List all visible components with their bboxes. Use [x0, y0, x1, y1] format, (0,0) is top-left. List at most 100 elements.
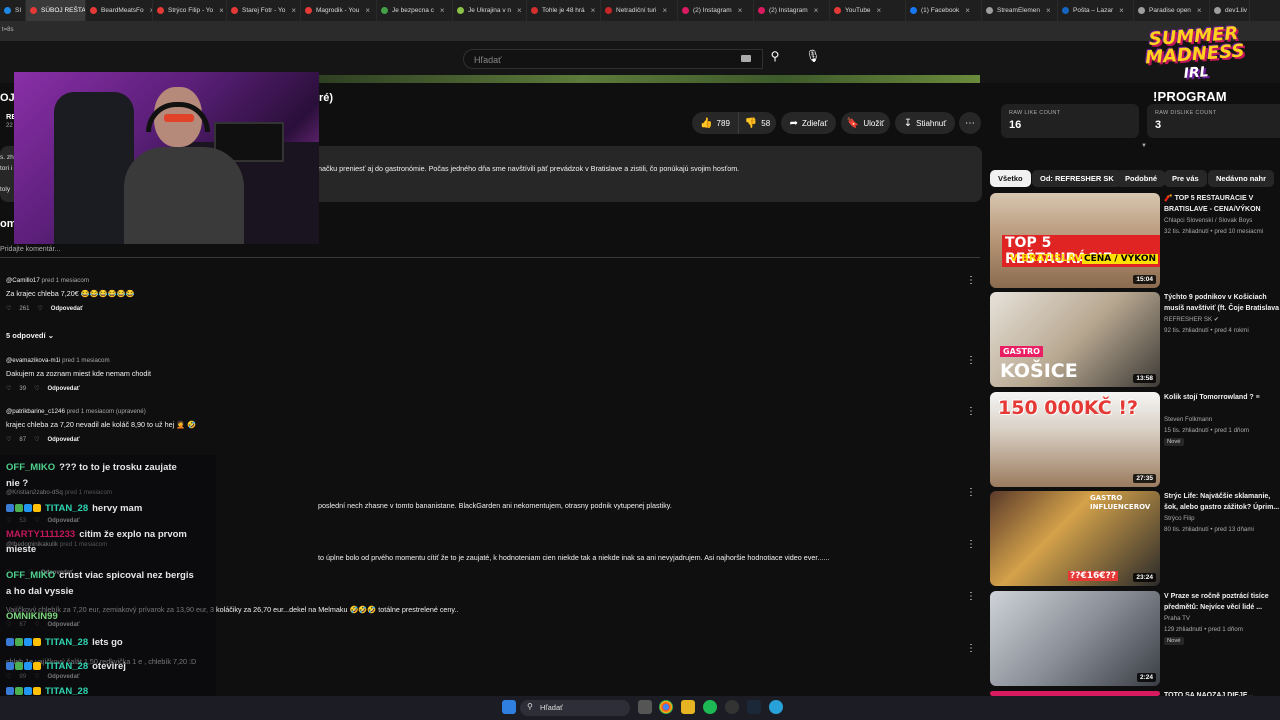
thumbs-down-icon[interactable]: ♡: [34, 436, 39, 443]
comment-menu-button[interactable]: ⋮: [966, 406, 976, 417]
app-icon[interactable]: [725, 700, 739, 714]
video-title[interactable]: Týchto 9 podnikov v Košiciach musíš navš…: [1164, 293, 1280, 315]
close-icon[interactable]: ×: [365, 6, 370, 15]
browser-tab[interactable]: (1) Facebook ×: [906, 0, 982, 21]
comment-author-name[interactable]: @patrikbarine_c1246: [6, 408, 65, 415]
video-thumbnail[interactable]: 2:24: [990, 591, 1160, 686]
close-icon[interactable]: ×: [291, 6, 296, 15]
comment-author[interactable]: @patrikbarine_c1246 pred 1 mesiacom (upr…: [6, 408, 146, 415]
video-title[interactable]: Strýc Life: Najväčšie sklamanie, šok, al…: [1164, 492, 1280, 514]
browser-tab[interactable]: BeardMeatsFo×: [86, 0, 153, 21]
close-icon[interactable]: ×: [814, 6, 819, 15]
browser-tab[interactable]: Strýco Filip - Yo ×: [153, 0, 227, 21]
video-thumbnail[interactable]: GASTRO KOŠICE 13:58: [990, 292, 1160, 387]
video-thumbnail[interactable]: TOP 5 REŠTAURÁCIE V BRATISLAVE CENA / VÝKO…: [990, 193, 1160, 288]
chip-recent[interactable]: Nedávno nahr: [1208, 170, 1275, 187]
save-button[interactable]: 🔖 Uložiť: [841, 112, 890, 134]
close-icon[interactable]: ×: [440, 6, 445, 15]
replies-toggle[interactable]: 5 odpovedí ⌄: [6, 331, 54, 340]
video-channel[interactable]: Praha TV: [1164, 615, 1190, 622]
comment-author-name[interactable]: @Camillo17: [6, 277, 40, 284]
close-icon[interactable]: ×: [219, 6, 224, 15]
browser-tab[interactable]: Paradise open ×: [1134, 0, 1210, 21]
video-channel[interactable]: Strýco Filip: [1164, 515, 1195, 522]
video-title[interactable]: Kolik stojí Tomorrowland ? ≡: [1164, 393, 1280, 415]
chip-similar[interactable]: Podobné: [1117, 170, 1166, 187]
raw-like-value: 16: [1009, 119, 1022, 131]
close-icon[interactable]: ×: [662, 6, 667, 15]
browser-tab[interactable]: Pošta – Lazar ×: [1058, 0, 1134, 21]
video-channel[interactable]: REFRESHER SK ✔: [1164, 316, 1219, 323]
like-button[interactable]: 👍 789: [692, 112, 738, 134]
browser-tab[interactable]: YouTube ×: [830, 0, 906, 21]
browser-tab[interactable]: Starej Fotr - Yo ×: [227, 0, 301, 21]
video-title[interactable]: V Praze se ročně poztrácí tisíce předmět…: [1164, 592, 1280, 614]
comment-menu-button[interactable]: ⋮: [966, 275, 976, 286]
browser-tab[interactable]: Magrodik - You ×: [301, 0, 377, 21]
chrome-icon[interactable]: [659, 700, 673, 714]
video-channel[interactable]: Steven Folkmann: [1164, 416, 1212, 423]
video-thumbnail[interactable]: GASTRO INFLUENCEROV ??€16€?? 23:24: [990, 491, 1160, 586]
comment-author[interactable]: @Camillo17 pred 1 mesiacom: [6, 277, 89, 284]
close-icon[interactable]: ×: [738, 6, 743, 15]
browser-tab[interactable]: StreamElemen ×: [982, 0, 1058, 21]
close-icon[interactable]: ×: [591, 6, 596, 15]
voice-search-button[interactable]: 🎙: [803, 49, 823, 69]
task-view-icon[interactable]: [638, 700, 652, 714]
browser-tab[interactable]: dev1.liv: [1210, 0, 1250, 21]
browser-tab[interactable]: Netradiční turi ×: [601, 0, 678, 21]
more-actions-button[interactable]: ⋯: [959, 112, 981, 134]
chip-for-you[interactable]: Pre vás: [1164, 170, 1207, 187]
browser-tab[interactable]: SI: [0, 0, 26, 21]
chip-from-channel[interactable]: Od: REFRESHER SK: [1032, 170, 1122, 187]
reply-button[interactable]: Odpovedať: [47, 437, 79, 443]
thumbs-up-icon[interactable]: ♡: [6, 385, 11, 392]
thumbs-up-icon[interactable]: ♡: [6, 436, 11, 443]
comment-menu-button[interactable]: ⋮: [966, 539, 976, 550]
badge-icon: [15, 687, 23, 695]
spotify-icon[interactable]: [703, 700, 717, 714]
close-icon[interactable]: ×: [517, 6, 522, 15]
dislike-button[interactable]: 👎 58: [738, 112, 776, 134]
address-bar[interactable]: t=8s: [0, 21, 1280, 41]
browser-tab[interactable]: (2) Instagram ×: [678, 0, 754, 21]
browser-tab[interactable]: SÚBOJ REŠTAU×: [26, 0, 86, 21]
thumbs-up-icon[interactable]: ♡: [6, 305, 11, 312]
comment-menu-button[interactable]: ⋮: [966, 643, 976, 654]
comment-input[interactable]: Pridajte komentár...: [0, 246, 60, 253]
app-icon[interactable]: [769, 700, 783, 714]
video-player-edge[interactable]: [318, 75, 980, 83]
thumbs-down-icon[interactable]: ♡: [34, 385, 39, 392]
reply-button[interactable]: Odpovedať: [47, 386, 79, 392]
reply-button[interactable]: Odpovedať: [51, 306, 83, 312]
search-button[interactable]: ⚲: [763, 49, 787, 69]
browser-tab[interactable]: Je bezpecna c ×: [377, 0, 453, 21]
comment-author-name[interactable]: @evamazikova-m1i: [6, 357, 60, 364]
close-icon[interactable]: ×: [1119, 6, 1124, 15]
browser-tab[interactable]: (2) Instagram ×: [754, 0, 830, 21]
file-explorer-icon[interactable]: [681, 700, 695, 714]
windows-start-icon[interactable]: [502, 700, 516, 714]
video-channel[interactable]: Chlapci Slovenskí / Slovak Boys: [1164, 217, 1252, 224]
share-button[interactable]: ➦ Zdieľať: [781, 112, 836, 134]
video-thumbnail[interactable]: 150 000KČ !? 27:35: [990, 392, 1160, 487]
video-title[interactable]: 🧨 TOP 5 REŠTAURÁCIE V BRATISLAVE - CENA/…: [1164, 194, 1280, 216]
download-button[interactable]: ↧ Stiahnuť: [895, 112, 955, 134]
comment-menu-button[interactable]: ⋮: [966, 355, 976, 366]
keyboard-icon[interactable]: [741, 55, 751, 62]
comment-menu-button[interactable]: ⋮: [966, 487, 976, 498]
comment-menu-button[interactable]: ⋮: [966, 591, 976, 602]
thumbs-down-icon[interactable]: ♡: [37, 305, 42, 312]
chip-all[interactable]: Všetko: [990, 170, 1031, 187]
browser-tab[interactable]: Tohle je 48 hrá ×: [527, 0, 601, 21]
close-icon[interactable]: ×: [1197, 6, 1202, 15]
browser-tab[interactable]: Je Ukrajina v n ×: [453, 0, 527, 21]
taskbar-search[interactable]: Hľadať: [520, 700, 630, 716]
close-icon[interactable]: ×: [1046, 6, 1051, 15]
steam-icon[interactable]: [747, 700, 761, 714]
search-input[interactable]: Hľadať: [463, 49, 763, 69]
comment-author[interactable]: @evamazikova-m1i pred 1 mesiacom: [6, 357, 110, 364]
close-icon[interactable]: ×: [965, 6, 970, 15]
expand-stats-button[interactable]: ▼: [1139, 143, 1149, 153]
close-icon[interactable]: ×: [877, 6, 882, 15]
